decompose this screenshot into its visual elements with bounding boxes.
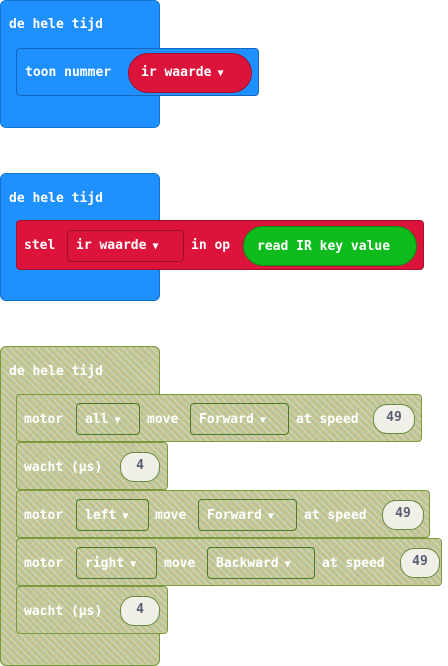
dropdown-arrow-icon[interactable]: ▼ [130,557,136,573]
motor-move-block-3[interactable]: motor right ▼ move Backward ▼ at speed 49 [16,538,442,586]
direction-dropdown[interactable]: Forward ▼ [190,403,289,435]
motor-dropdown[interactable]: right ▼ [76,547,157,579]
move-label: move [164,556,196,571]
direction-value: Backward [216,556,279,571]
read-ir-key-reporter[interactable]: read IR key value [243,226,417,266]
move-label: move [147,412,179,427]
variable-reporter[interactable]: ir waarde ▼ [128,53,252,93]
motor-label: motor [24,508,64,523]
dropdown-arrow-icon[interactable]: ▼ [268,509,274,525]
dropdown-arrow-icon[interactable]: ▼ [152,239,158,255]
wait-label: wacht (µs) [24,460,103,475]
set-label: stel [24,238,56,253]
variable-name: ir waarde [76,238,147,253]
set-variable-block[interactable]: stel ir waarde ▼ in op read IR key value [16,220,424,270]
motor-label: motor [24,412,64,427]
motor-move-block-2[interactable]: motor left ▼ move Forward ▼ at speed 49 [16,490,430,538]
speed-label: at speed [304,508,367,523]
dropdown-arrow-icon[interactable]: ▼ [260,413,266,429]
speed-input[interactable]: 49 [400,548,440,578]
forever-label: de hele tijd [9,191,103,206]
wait-input[interactable]: 4 [120,452,160,482]
show-number-label: toon nummer [25,65,112,80]
dropdown-arrow-icon[interactable]: ▼ [285,557,291,573]
to-label: in op [191,238,231,253]
direction-value: Forward [199,412,254,427]
motor-value: left [85,508,117,523]
motor-dropdown[interactable]: left ▼ [76,499,149,531]
move-label: move [155,508,187,523]
variable-dropdown[interactable]: ir waarde ▼ [67,230,184,262]
dropdown-arrow-icon[interactable]: ▼ [217,66,223,82]
speed-label: at speed [296,412,359,427]
motor-value: right [85,556,125,571]
direction-dropdown[interactable]: Backward ▼ [207,547,315,579]
motor-dropdown[interactable]: all ▼ [76,403,140,435]
direction-value: Forward [207,508,262,523]
forever-label: de hele tijd [9,17,103,32]
speed-input[interactable]: 49 [373,404,415,434]
read-ir-key-label: read IR key value [257,239,391,254]
motor-value: all [85,412,109,427]
motor-move-block-1[interactable]: motor all ▼ move Forward ▼ at speed 49 [16,394,422,442]
dropdown-arrow-icon[interactable]: ▼ [114,413,120,429]
speed-label: at speed [322,556,385,571]
wait-block-2[interactable]: wacht (µs) 4 [16,586,168,634]
speed-input[interactable]: 49 [382,500,424,530]
direction-dropdown[interactable]: Forward ▼ [198,499,297,531]
motor-label: motor [24,556,64,571]
show-number-block[interactable]: toon nummer ir waarde ▼ [16,48,259,96]
wait-block-1[interactable]: wacht (µs) 4 [16,442,168,490]
dropdown-arrow-icon[interactable]: ▼ [122,509,128,525]
forever-label: de hele tijd [9,364,103,379]
wait-label: wacht (µs) [24,604,103,619]
variable-name: ir waarde [141,65,212,80]
wait-input[interactable]: 4 [120,596,160,626]
